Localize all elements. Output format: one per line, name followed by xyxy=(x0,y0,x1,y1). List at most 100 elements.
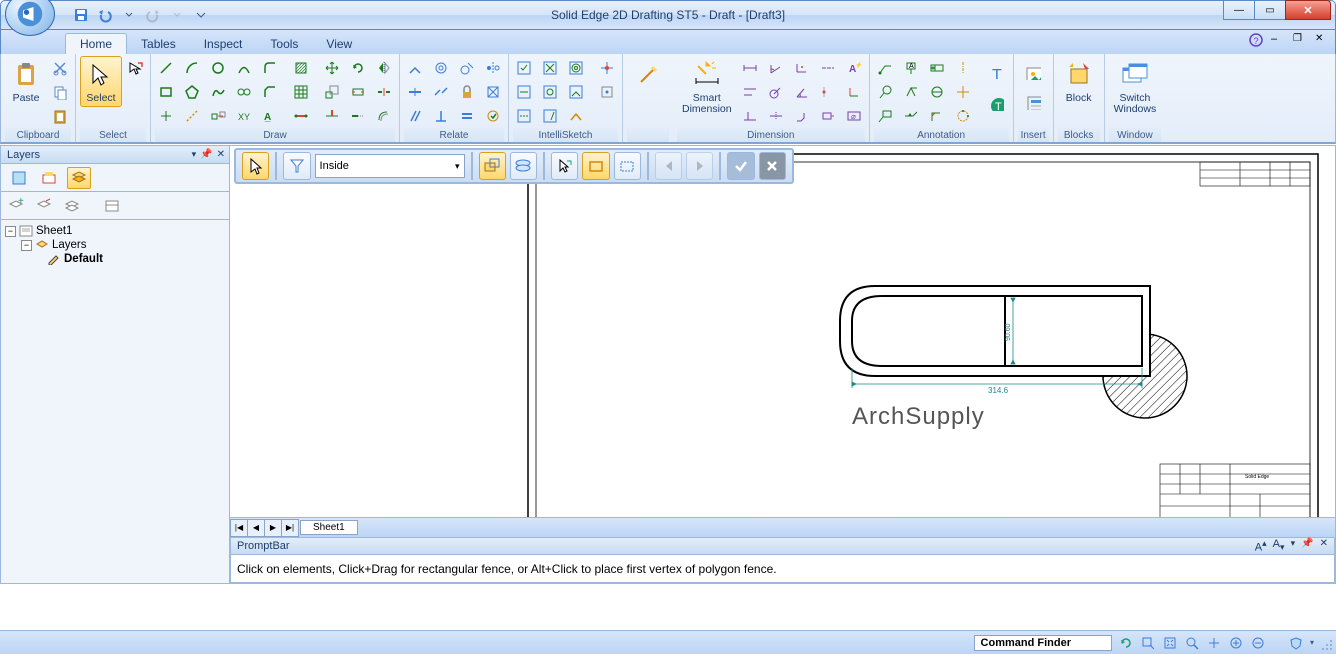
pane-pin-icon[interactable]: 📌 xyxy=(200,149,212,160)
pane-close-icon[interactable]: ✕ xyxy=(217,149,225,160)
sb-shield-icon[interactable] xyxy=(1288,635,1304,651)
tab-view[interactable]: View xyxy=(312,34,366,54)
dim-attach-icon[interactable] xyxy=(817,106,839,126)
insert-object-icon[interactable] xyxy=(1019,88,1047,116)
text-styles-icon[interactable]: T xyxy=(983,90,1009,116)
mirror-icon[interactable] xyxy=(373,58,395,78)
text-xy-icon[interactable]: XY xyxy=(233,106,255,126)
edgecond-icon[interactable] xyxy=(926,106,948,126)
cmd-filter-icon[interactable] xyxy=(283,152,310,180)
boltcircle-icon[interactable] xyxy=(952,106,974,126)
layer-options-icon[interactable] xyxy=(61,195,85,217)
dim-angcoord-icon[interactable] xyxy=(791,82,813,102)
chamfer-icon[interactable] xyxy=(259,82,281,102)
switch-windows-button[interactable]: Switch Windows xyxy=(1109,56,1162,118)
dim-axis-icon[interactable] xyxy=(739,106,761,126)
dim-coord-icon[interactable] xyxy=(791,58,813,78)
sheet-last-icon[interactable]: ▶| xyxy=(281,519,299,537)
close-button[interactable] xyxy=(1285,0,1331,20)
cmd-stack-icon[interactable] xyxy=(510,152,537,180)
pane-dropdown-icon[interactable]: ▾ xyxy=(192,149,197,160)
collinear-icon[interactable] xyxy=(430,82,452,102)
is-center-icon[interactable] xyxy=(513,106,535,126)
lock-icon[interactable] xyxy=(456,82,478,102)
pb-dropdown-icon[interactable]: ▾ xyxy=(1291,538,1296,554)
is-intersect-icon[interactable] xyxy=(539,58,561,78)
dim-radial-icon[interactable] xyxy=(765,82,787,102)
is-xy-icon[interactable] xyxy=(596,58,618,78)
connect-icon[interactable] xyxy=(404,58,426,78)
fillet-icon[interactable] xyxy=(259,58,281,78)
dim-stack-icon[interactable] xyxy=(739,82,761,102)
segment-icon[interactable] xyxy=(290,106,312,126)
split-icon[interactable] xyxy=(373,82,395,102)
block-button[interactable]: Block xyxy=(1058,56,1100,107)
quick-dimension-button[interactable] xyxy=(627,56,669,94)
cmd-poly-icon[interactable] xyxy=(614,152,641,180)
tab-tables[interactable]: Tables xyxy=(127,34,190,54)
line-icon[interactable] xyxy=(155,58,177,78)
mdi-restore-icon[interactable]: ❐ xyxy=(1293,33,1307,47)
is-perp-icon[interactable] xyxy=(565,58,587,78)
drawing-canvas[interactable]: Solid Edge 314.6 xyxy=(230,146,1335,517)
tree-row-sheet[interactable]: − Sheet1 xyxy=(5,224,225,238)
dim-chain-icon[interactable] xyxy=(817,58,839,78)
redo-dropdown-icon[interactable] xyxy=(167,5,187,25)
tree-row-default[interactable]: Default xyxy=(5,252,225,266)
tree-expander-icon[interactable]: − xyxy=(21,240,32,251)
project-icon[interactable] xyxy=(207,106,229,126)
sb-zoomout-icon[interactable] xyxy=(1250,635,1266,651)
new-layer-icon[interactable]: + xyxy=(5,195,29,217)
font-smaller-icon[interactable]: A▾ xyxy=(1273,538,1285,554)
is-grid-icon[interactable] xyxy=(596,82,618,102)
is-tangent-icon[interactable] xyxy=(539,82,561,102)
resize-grip-icon[interactable] xyxy=(1320,638,1334,652)
stretch-icon[interactable] xyxy=(347,82,369,102)
sb-zoomin-icon[interactable] xyxy=(1228,635,1244,651)
sb-pan-icon[interactable] xyxy=(1206,635,1222,651)
rigid-icon[interactable] xyxy=(482,82,504,102)
save-icon[interactable] xyxy=(71,5,91,25)
sheet-first-icon[interactable]: |◀ xyxy=(230,519,248,537)
is-horizontal-icon[interactable] xyxy=(565,82,587,102)
cmd-cancel-icon[interactable] xyxy=(759,152,786,180)
redo-icon[interactable] xyxy=(143,5,163,25)
dim-chamfer-icon[interactable] xyxy=(791,106,813,126)
rotate-icon[interactable] xyxy=(347,58,369,78)
move-icon[interactable] xyxy=(321,58,343,78)
dim-between-icon[interactable] xyxy=(739,58,761,78)
is-parallel-icon[interactable] xyxy=(539,106,561,126)
balloon-icon[interactable] xyxy=(874,82,896,102)
text-icon[interactable]: T xyxy=(983,58,1009,84)
cmd-rect-icon[interactable] xyxy=(582,152,609,180)
dim-axis2-icon[interactable] xyxy=(817,82,839,102)
pb-pin-icon[interactable]: 📌 xyxy=(1301,538,1313,554)
chain-icon[interactable] xyxy=(233,82,255,102)
layer-tree[interactable]: − Sheet1 − Layers Default xyxy=(1,220,229,583)
paste-button[interactable]: Paste xyxy=(5,56,47,107)
pb-close-icon[interactable]: ✕ xyxy=(1320,538,1328,554)
move-layer-icon[interactable] xyxy=(33,195,57,217)
undo-icon[interactable] xyxy=(95,5,115,25)
parallel-icon[interactable] xyxy=(404,106,426,126)
cut-icon[interactable] xyxy=(49,58,71,78)
sheet-tab[interactable]: Sheet1 xyxy=(300,520,358,535)
sb-fit-icon[interactable] xyxy=(1162,635,1178,651)
tree-expander-icon[interactable]: − xyxy=(5,226,16,237)
dim-char-icon[interactable]: ⌀ xyxy=(843,106,865,126)
mdi-close-icon[interactable]: ✕ xyxy=(1315,33,1329,47)
perpendicular-icon[interactable] xyxy=(430,106,452,126)
is-midpoint-icon[interactable] xyxy=(513,82,535,102)
cmd-pick-icon[interactable] xyxy=(551,152,578,180)
tree-row-layers[interactable]: − Layers xyxy=(5,238,225,252)
point-icon[interactable] xyxy=(155,106,177,126)
centermark-icon[interactable] xyxy=(952,82,974,102)
dim-csys-icon[interactable] xyxy=(843,82,865,102)
dim-symm-icon[interactable] xyxy=(765,106,787,126)
equal-icon[interactable] xyxy=(456,106,478,126)
layers-tool2-icon[interactable] xyxy=(37,167,61,189)
layers-tool1-icon[interactable] xyxy=(7,167,31,189)
tab-inspect[interactable]: Inspect xyxy=(190,34,257,54)
copy-icon[interactable] xyxy=(49,82,71,102)
is-endpoint-icon[interactable] xyxy=(513,58,535,78)
